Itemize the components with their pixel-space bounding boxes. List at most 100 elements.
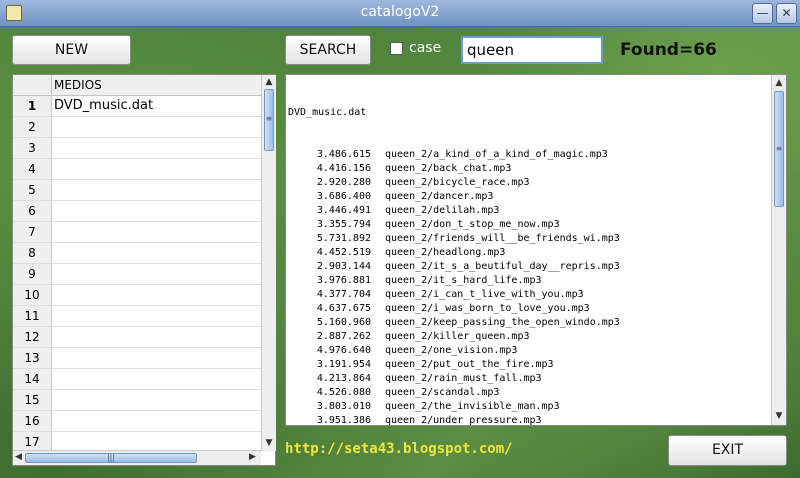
table-header: MEDIOS bbox=[13, 75, 261, 96]
title-bar: catalogoV2 — ✕ bbox=[0, 0, 800, 27]
scroll-up-icon[interactable]: ▲ bbox=[773, 77, 785, 89]
table-row[interactable]: 10 bbox=[13, 285, 261, 306]
file-path: queen_2/friends_will__be_friends_wi.mp3 bbox=[385, 233, 620, 244]
search-input[interactable] bbox=[461, 36, 603, 64]
close-button[interactable]: ✕ bbox=[776, 3, 797, 24]
result-line: 3.976.881 queen_2/it_s_hard_life.mp3 bbox=[288, 274, 768, 288]
exit-button[interactable]: EXIT bbox=[668, 435, 787, 466]
file-size: 3.486.615 bbox=[316, 149, 371, 160]
case-checkbox[interactable] bbox=[390, 42, 403, 55]
table-row[interactable]: 12 bbox=[13, 327, 261, 348]
result-line: 3.803.010 queen_2/the_invisible_man.mp3 bbox=[288, 400, 768, 414]
row-number[interactable]: 4 bbox=[13, 159, 52, 179]
row-number[interactable]: 2 bbox=[13, 117, 52, 137]
table-row[interactable]: 5 bbox=[13, 180, 261, 201]
results-header: DVD_music.dat bbox=[288, 107, 367, 118]
file-path: queen_2/i_was_born_to_love_you.mp3 bbox=[385, 303, 590, 314]
found-count: Found=66 bbox=[620, 40, 717, 60]
results-vscroll-thumb[interactable]: ≡ bbox=[774, 91, 784, 207]
file-path: queen_2/killer_queen.mp3 bbox=[385, 331, 530, 342]
row-number[interactable]: 1 bbox=[13, 96, 52, 116]
result-line: 3.191.954 queen_2/put_out_the_fire.mp3 bbox=[288, 358, 768, 372]
scroll-down-icon[interactable]: ▼ bbox=[263, 437, 275, 449]
file-path: queen_2/dancer.mp3 bbox=[385, 191, 494, 202]
result-line: 4.637.675 queen_2/i_was_born_to_love_you.… bbox=[288, 302, 768, 316]
row-number[interactable]: 8 bbox=[13, 243, 52, 263]
file-size: 3.803.010 bbox=[316, 401, 371, 412]
file-path: queen_2/i_can_t_live_with_you.mp3 bbox=[385, 289, 584, 300]
results-lines: DVD_music.dat 3.486.615 queen_2/a_kind_of… bbox=[288, 78, 768, 426]
table-row[interactable]: 15 bbox=[13, 390, 261, 411]
search-button[interactable]: SEARCH bbox=[285, 35, 371, 65]
file-path: queen_2/headlong.mp3 bbox=[385, 247, 506, 258]
file-path: queen_2/bicycle_race.mp3 bbox=[385, 177, 530, 188]
table-vscroll-thumb[interactable]: ≡ bbox=[264, 89, 274, 151]
table-row[interactable]: 13 bbox=[13, 348, 261, 369]
new-button[interactable]: NEW bbox=[12, 35, 131, 65]
minimize-button[interactable]: — bbox=[752, 3, 773, 24]
table-horizontal-scrollbar[interactable]: ◀ ||| ▶ bbox=[13, 450, 261, 465]
table-row[interactable]: 14 bbox=[13, 369, 261, 390]
row-number[interactable]: 10 bbox=[13, 285, 52, 305]
file-path: queen_2/delilah.mp3 bbox=[385, 205, 500, 216]
result-line: 3.355.794 queen_2/don_t_stop_me_now.mp3 bbox=[288, 218, 768, 232]
row-number[interactable]: 14 bbox=[13, 369, 52, 389]
results-text-area[interactable]: DVD_music.dat 3.486.615 queen_2/a_kind_of… bbox=[285, 74, 787, 426]
scroll-down-icon[interactable]: ▼ bbox=[773, 410, 785, 422]
table-row[interactable]: 8 bbox=[13, 243, 261, 264]
file-path: queen_2/scandal.mp3 bbox=[385, 387, 500, 398]
column-header-medios[interactable]: MEDIOS bbox=[54, 78, 102, 92]
file-path: queen_2/it_s_hard_life.mp3 bbox=[385, 275, 542, 286]
row-number[interactable]: 3 bbox=[13, 138, 52, 158]
file-path: queen_2/one_vision.mp3 bbox=[385, 345, 518, 356]
media-table[interactable]: MEDIOS 1 DVD_music.dat 2 3 4 5 6 7 8 9 10 11 12 13 14 1… bbox=[12, 74, 276, 466]
result-line: 4.452.519 queen_2/headlong.mp3 bbox=[288, 246, 768, 260]
table-row[interactable]: 3 bbox=[13, 138, 261, 159]
row-number[interactable]: 9 bbox=[13, 264, 52, 284]
file-path: queen_2/put_out_the_fire.mp3 bbox=[385, 359, 554, 370]
table-row[interactable]: 6 bbox=[13, 201, 261, 222]
table-row[interactable]: 16 bbox=[13, 411, 261, 432]
result-line: 3.486.615 queen_2/a_kind_of_a_kind_of_mag… bbox=[288, 148, 768, 162]
results-vertical-scrollbar[interactable]: ▲ ≡ ▼ bbox=[771, 75, 786, 425]
file-size: 5.160.960 bbox=[316, 317, 371, 328]
table-row[interactable]: 7 bbox=[13, 222, 261, 243]
file-size: 4.976.640 bbox=[316, 345, 371, 356]
scroll-left-icon[interactable]: ◀ bbox=[15, 452, 22, 462]
file-size: 3.191.954 bbox=[316, 359, 371, 370]
file-size: 3.355.794 bbox=[316, 219, 371, 230]
row-number[interactable]: 11 bbox=[13, 306, 52, 326]
minimize-icon: — bbox=[756, 6, 769, 20]
table-rows: 1 DVD_music.dat 2 3 4 5 6 7 8 9 10 11 12 13 14 15 16 17 bbox=[13, 96, 261, 453]
file-size: 2.903.144 bbox=[316, 261, 371, 272]
close-icon: ✕ bbox=[781, 6, 792, 20]
table-row[interactable]: 11 bbox=[13, 306, 261, 327]
table-row[interactable]: 2 bbox=[13, 117, 261, 138]
row-number[interactable]: 5 bbox=[13, 180, 52, 200]
row-number[interactable]: 16 bbox=[13, 411, 52, 431]
result-line: 4.416.156 queen_2/back_chat.mp3 bbox=[288, 162, 768, 176]
row-number[interactable]: 7 bbox=[13, 222, 52, 242]
result-line: 3.686.400 queen_2/dancer.mp3 bbox=[288, 190, 768, 204]
table-row[interactable]: 1 DVD_music.dat bbox=[13, 96, 261, 117]
file-size: 3.951.386 bbox=[316, 415, 371, 426]
scroll-right-icon[interactable]: ▶ bbox=[249, 452, 256, 462]
result-line: 4.377.704 queen_2/i_can_t_live_with_you.m… bbox=[288, 288, 768, 302]
table-hscroll-thumb[interactable]: ||| bbox=[25, 453, 197, 463]
file-path: queen_2/don_t_stop_me_now.mp3 bbox=[385, 219, 560, 230]
table-cell-medios[interactable]: DVD_music.dat bbox=[54, 98, 153, 113]
scroll-up-icon[interactable]: ▲ bbox=[263, 76, 275, 88]
file-path: queen_2/back_chat.mp3 bbox=[385, 163, 512, 174]
row-number[interactable]: 12 bbox=[13, 327, 52, 347]
file-path: queen_2/under_pressure.mp3 bbox=[385, 415, 542, 426]
row-number[interactable]: 13 bbox=[13, 348, 52, 368]
table-row[interactable]: 4 bbox=[13, 159, 261, 180]
row-number[interactable]: 6 bbox=[13, 201, 52, 221]
table-vertical-scrollbar[interactable]: ▲ ≡ ▼ bbox=[261, 75, 276, 451]
blog-link[interactable]: http://seta43.blogspot.com/ bbox=[285, 441, 513, 457]
row-number[interactable]: 15 bbox=[13, 390, 52, 410]
grip-icon: ≡ bbox=[775, 144, 783, 153]
result-line: 3.951.386 queen_2/under_pressure.mp3 bbox=[288, 414, 768, 426]
table-row[interactable]: 9 bbox=[13, 264, 261, 285]
row-number[interactable]: 17 bbox=[13, 432, 52, 452]
